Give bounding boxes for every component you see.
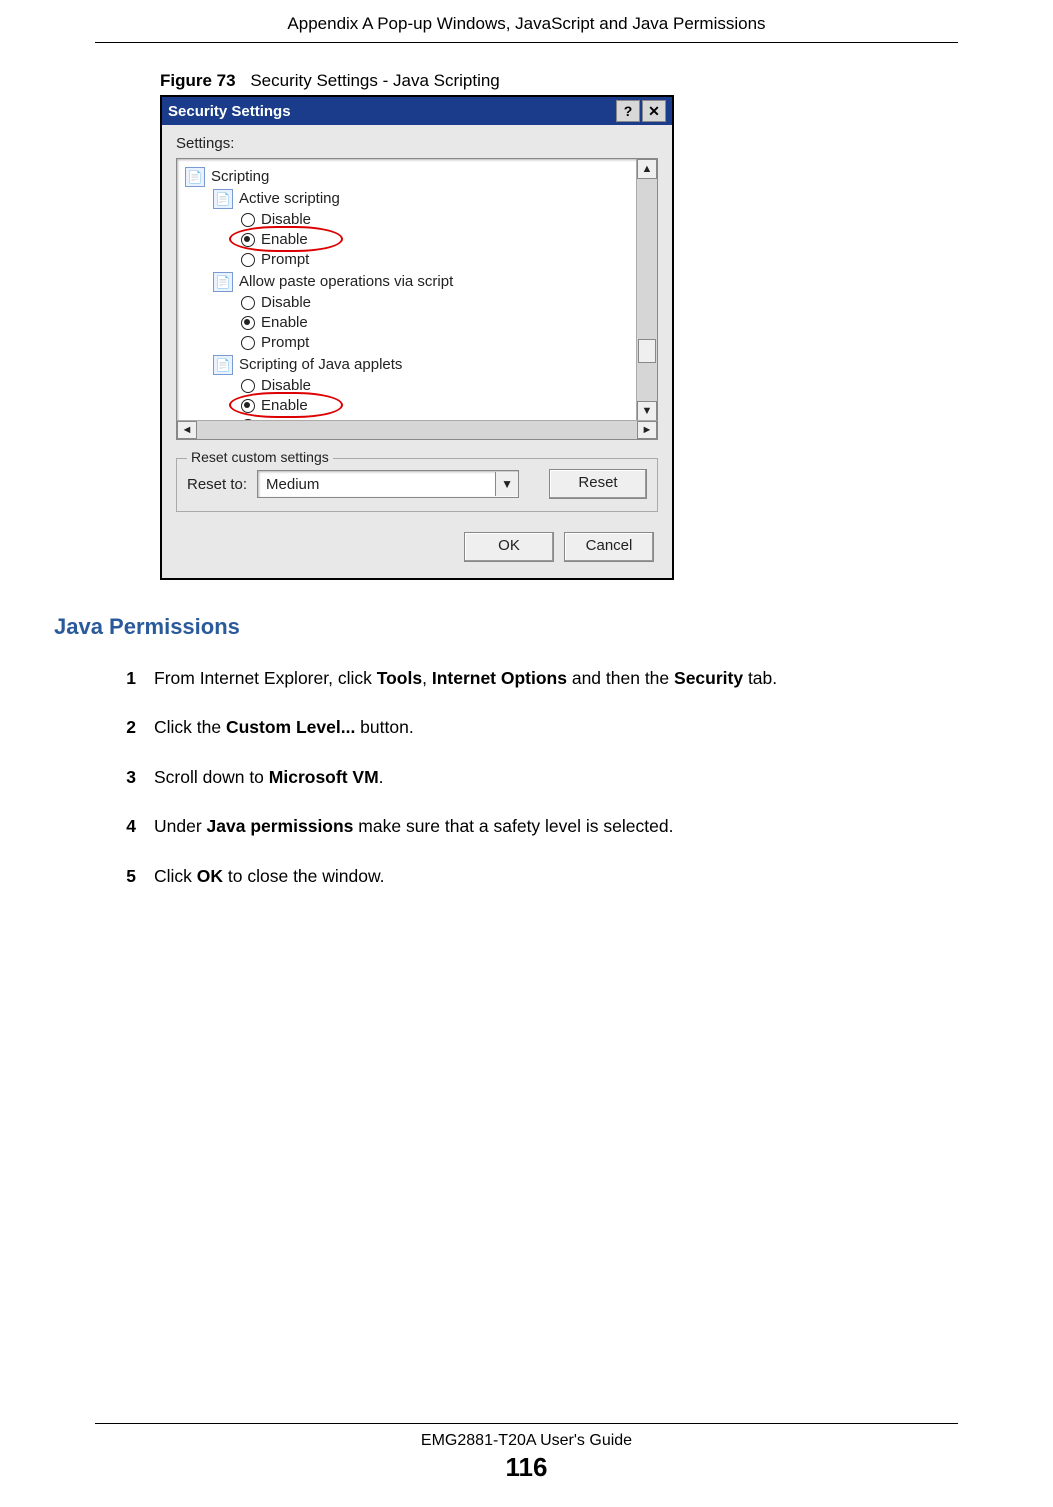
scroll-right-button[interactable]: ► bbox=[637, 421, 657, 439]
radio-option[interactable]: Disable bbox=[241, 210, 649, 230]
option-label: Disable bbox=[261, 376, 311, 396]
step-item: 5 Click OK to close the window. bbox=[88, 864, 965, 889]
reset-level-dropdown[interactable]: Medium ▼ bbox=[257, 470, 519, 498]
page-number: 116 bbox=[0, 1452, 1053, 1483]
tree-group-scripting: 📄 Scripting bbox=[185, 167, 649, 187]
tree-label: Active scripting bbox=[239, 189, 340, 209]
radio-icon bbox=[241, 233, 255, 247]
tree-label: Scripting of Java applets bbox=[239, 355, 402, 375]
chevron-down-icon[interactable]: ▼ bbox=[495, 472, 518, 496]
step-number: 3 bbox=[88, 765, 154, 790]
scroll-down-button[interactable]: ▼ bbox=[637, 401, 657, 421]
step-item: 1 From Internet Explorer, click Tools, I… bbox=[88, 666, 965, 691]
radio-option[interactable]: Prompt bbox=[241, 250, 649, 270]
step-text: Scroll down to Microsoft VM. bbox=[154, 765, 965, 790]
reset-fieldset: Reset custom settings Reset to: Medium ▼… bbox=[176, 458, 658, 512]
settings-listbox[interactable]: 📄 Scripting 📄 Active scripting Disable E… bbox=[176, 158, 658, 440]
option-label: Disable bbox=[261, 210, 311, 230]
step-text: Under Java permissions make sure that a … bbox=[154, 814, 965, 839]
step-item: 3 Scroll down to Microsoft VM. bbox=[88, 765, 965, 790]
step-text: Click the Custom Level... button. bbox=[154, 715, 965, 740]
step-number: 2 bbox=[88, 715, 154, 740]
help-button[interactable]: ? bbox=[616, 100, 640, 122]
option-label: Prompt bbox=[261, 250, 309, 270]
option-label: Prompt bbox=[261, 333, 309, 353]
settings-label: Settings: bbox=[176, 135, 658, 152]
dialog-title: Security Settings bbox=[168, 103, 291, 120]
option-label: Enable bbox=[261, 396, 308, 416]
footer-guide-name: EMG2881-T20A User's Guide bbox=[0, 1432, 1053, 1450]
option-label: Enable bbox=[261, 313, 308, 333]
figure-number: Figure 73 bbox=[160, 71, 236, 90]
radio-icon bbox=[241, 399, 255, 413]
security-settings-dialog: Security Settings ? ✕ Settings: 📄 Script… bbox=[160, 95, 674, 580]
step-number: 4 bbox=[88, 814, 154, 839]
tree-group-java-applets: 📄 Scripting of Java applets bbox=[213, 355, 649, 375]
radio-option[interactable]: Enable bbox=[241, 230, 649, 250]
scroll-left-button[interactable]: ◄ bbox=[177, 421, 197, 439]
fieldset-legend: Reset custom settings bbox=[187, 449, 333, 465]
dropdown-value: Medium bbox=[258, 476, 495, 493]
option-label: Disable bbox=[261, 293, 311, 313]
step-number: 1 bbox=[88, 666, 154, 691]
numbered-steps: 1 From Internet Explorer, click Tools, I… bbox=[88, 666, 965, 889]
figure-title: Security Settings - Java Scripting bbox=[250, 71, 499, 90]
radio-option[interactable]: Enable bbox=[241, 396, 649, 416]
ok-button[interactable]: OK bbox=[464, 532, 554, 562]
radio-icon bbox=[241, 296, 255, 310]
tree-label: Allow paste operations via script bbox=[239, 272, 453, 292]
step-item: 4 Under Java permissions make sure that … bbox=[88, 814, 965, 839]
scroll-icon: 📄 bbox=[213, 272, 233, 292]
radio-option[interactable]: Disable bbox=[241, 376, 649, 396]
radio-icon bbox=[241, 336, 255, 350]
reset-button[interactable]: Reset bbox=[549, 469, 647, 499]
step-item: 2 Click the Custom Level... button. bbox=[88, 715, 965, 740]
vertical-scrollbar[interactable]: ▲ ▼ bbox=[636, 159, 657, 421]
tree-label: Scripting bbox=[211, 167, 269, 187]
radio-icon bbox=[241, 213, 255, 227]
step-text: From Internet Explorer, click Tools, Int… bbox=[154, 666, 965, 691]
scroll-up-button[interactable]: ▲ bbox=[637, 159, 657, 179]
page-footer: EMG2881-T20A User's Guide 116 bbox=[0, 1423, 1053, 1483]
radio-icon bbox=[241, 253, 255, 267]
tree-group-paste: 📄 Allow paste operations via script bbox=[213, 272, 649, 292]
cancel-button[interactable]: Cancel bbox=[564, 532, 654, 562]
reset-label: Reset to: bbox=[187, 476, 247, 493]
step-text: Click OK to close the window. bbox=[154, 864, 965, 889]
radio-icon bbox=[241, 379, 255, 393]
scroll-thumb[interactable] bbox=[638, 339, 656, 363]
step-number: 5 bbox=[88, 864, 154, 889]
horizontal-scrollbar[interactable]: ◄ ► bbox=[177, 420, 657, 439]
scroll-icon: 📄 bbox=[185, 167, 205, 187]
dialog-titlebar: Security Settings ? ✕ bbox=[162, 97, 672, 125]
radio-option[interactable]: Enable bbox=[241, 313, 649, 333]
close-button[interactable]: ✕ bbox=[642, 100, 666, 122]
radio-option[interactable]: Prompt bbox=[241, 333, 649, 353]
scroll-icon: 📄 bbox=[213, 355, 233, 375]
radio-icon bbox=[241, 316, 255, 330]
section-heading: Java Permissions bbox=[54, 614, 965, 640]
radio-option[interactable]: Disable bbox=[241, 293, 649, 313]
option-label: Enable bbox=[261, 230, 308, 250]
scroll-icon: 📄 bbox=[213, 189, 233, 209]
page-header: Appendix A Pop-up Windows, JavaScript an… bbox=[0, 0, 1053, 42]
tree-group-active-scripting: 📄 Active scripting bbox=[213, 189, 649, 209]
figure-caption: Figure 73 Security Settings - Java Scrip… bbox=[160, 71, 965, 91]
